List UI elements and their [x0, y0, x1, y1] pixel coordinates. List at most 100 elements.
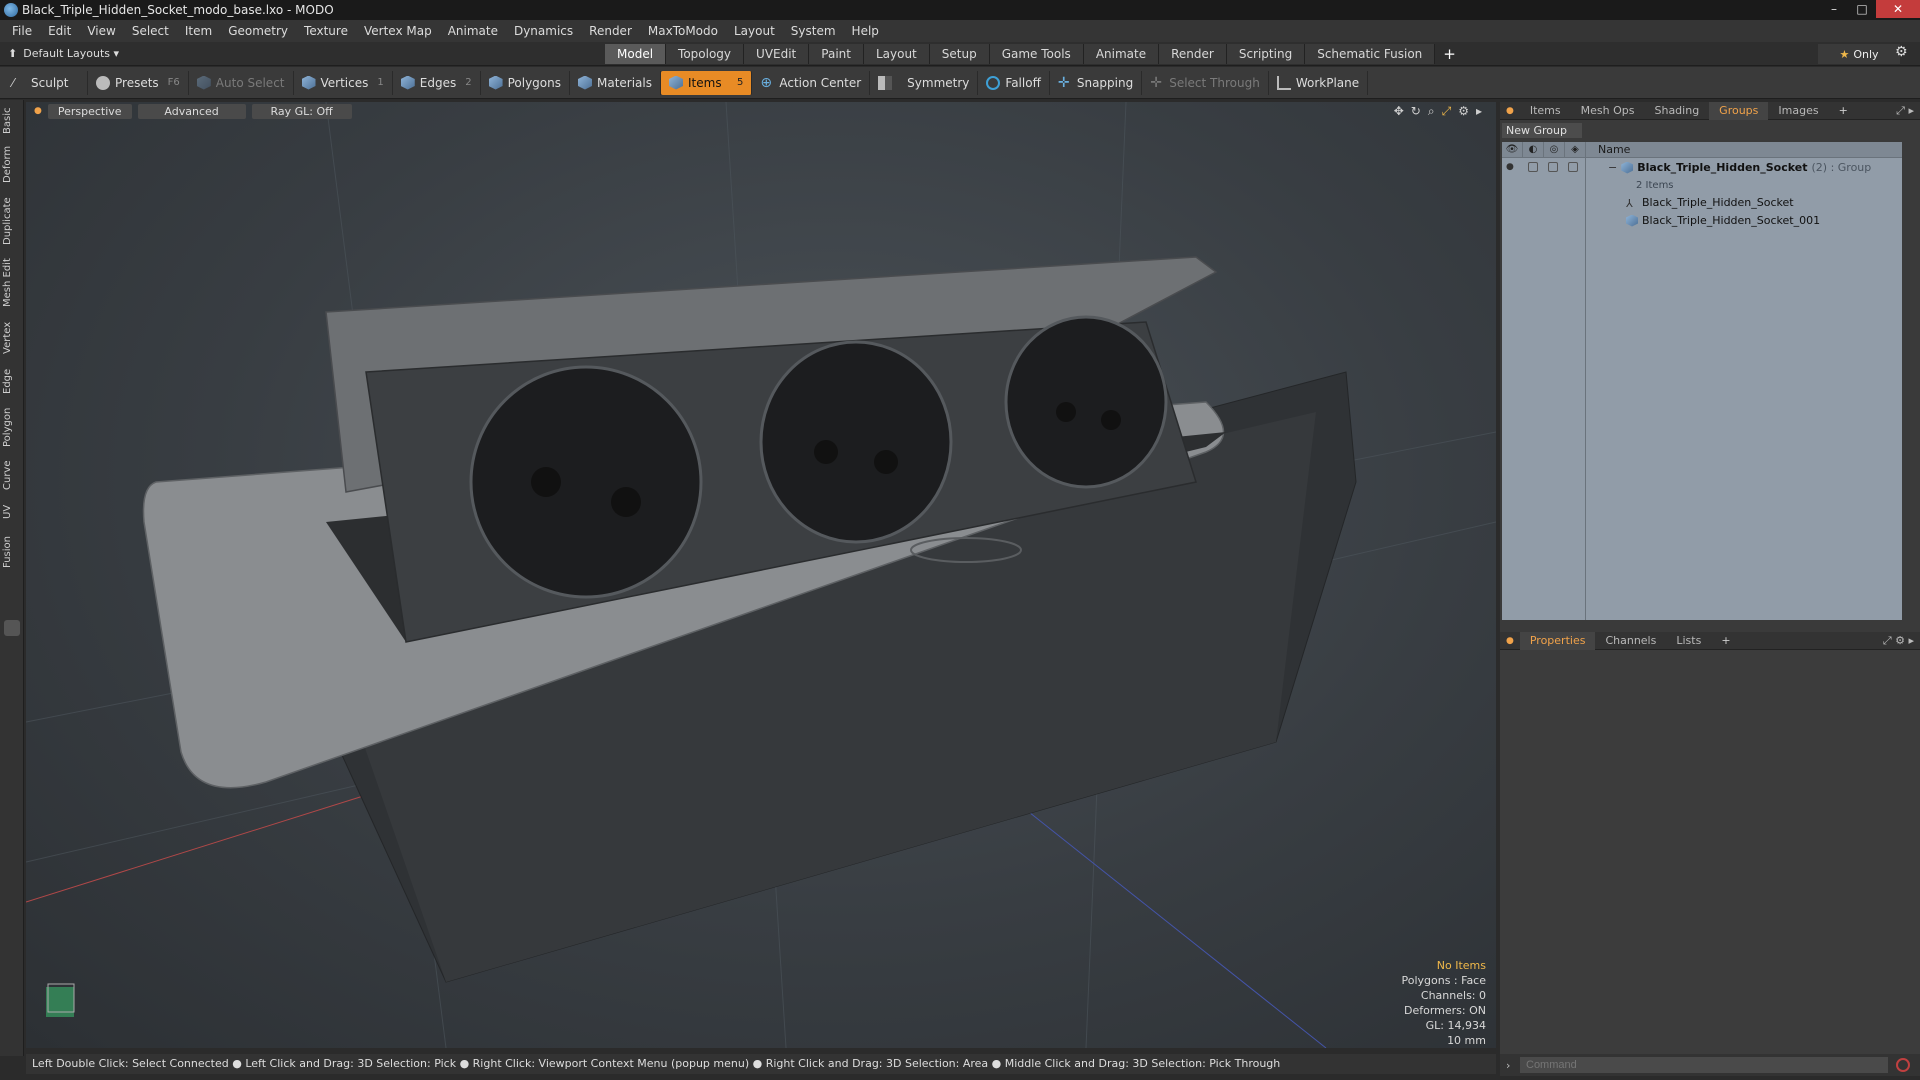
select-col-icon[interactable]: ◈	[1565, 141, 1586, 158]
gear-icon[interactable]: ⚙	[1895, 44, 1908, 60]
group-select-toggle[interactable]	[1568, 162, 1578, 172]
viewport-expand-icon[interactable]: ▸	[1476, 104, 1482, 119]
menu-item[interactable]: Item	[177, 20, 220, 42]
menu-layout[interactable]: Layout	[726, 20, 783, 42]
tab-shading[interactable]: Shading	[1644, 102, 1709, 120]
sculpt-button[interactable]: ⁄ Sculpt	[4, 70, 88, 95]
visibility-col-icon[interactable]: 👁	[1502, 141, 1523, 158]
action-center-button[interactable]: ⊕ Action Center	[752, 70, 871, 95]
left-tab-basic[interactable]: Basic	[2, 106, 22, 136]
raygl-button[interactable]: Ray GL: Off	[251, 103, 352, 119]
lock-col-icon[interactable]: ◎	[1544, 141, 1565, 158]
menu-edit[interactable]: Edit	[40, 20, 79, 42]
group-visibility-eye-icon[interactable]: ●	[1506, 162, 1514, 172]
menu-view[interactable]: View	[79, 20, 123, 42]
3d-viewport[interactable]: ● Perspective Advanced Ray GL: Off ✥ ↻ ⌕…	[26, 102, 1496, 1048]
materials-button[interactable]: Materials	[570, 70, 661, 95]
add-panel-tab-button[interactable]: +	[1829, 102, 1858, 120]
zoom-icon[interactable]: ⌕	[1428, 104, 1435, 119]
vertices-button[interactable]: Vertices 1	[294, 70, 393, 95]
left-tab-deform[interactable]: Deform	[2, 144, 22, 184]
left-tab-mesh-edit[interactable]: Mesh Edit	[2, 256, 22, 310]
menu-select[interactable]: Select	[124, 20, 177, 42]
tab-lists[interactable]: Lists	[1666, 632, 1711, 650]
tab-setup[interactable]: Setup	[929, 44, 990, 64]
group-row[interactable]: − Black_Triple_Hidden_Socket (2) : Group	[1608, 159, 1871, 176]
rotate-icon[interactable]: ↻	[1411, 104, 1421, 119]
tab-channels[interactable]: Channels	[1595, 632, 1666, 650]
tab-mesh-ops[interactable]: Mesh Ops	[1571, 102, 1645, 120]
group-child-row[interactable]: Black_Triple_Hidden_Socket_001	[1626, 212, 1820, 229]
tab-uvedit[interactable]: UVEdit	[744, 44, 810, 64]
menu-texture[interactable]: Texture	[296, 20, 356, 42]
maximize-button[interactable]: □	[1848, 0, 1876, 18]
add-props-tab-button[interactable]: +	[1711, 632, 1740, 650]
menu-help[interactable]: Help	[844, 20, 887, 42]
command-input[interactable]	[1520, 1057, 1888, 1073]
viewport-settings-icon[interactable]: ⚙	[1458, 104, 1469, 119]
select-through-button[interactable]: ✛ Select Through	[1142, 70, 1269, 95]
tab-properties[interactable]: Properties	[1519, 631, 1596, 650]
tab-animate[interactable]: Animate	[1083, 44, 1160, 64]
view-type-button[interactable]: Perspective	[47, 103, 132, 119]
props-menu-dot[interactable]: ●	[1500, 636, 1520, 646]
collapse-icon[interactable]: −	[1608, 161, 1617, 174]
workplane-button[interactable]: WorkPlane	[1269, 70, 1369, 95]
viewport-menu-dot[interactable]: ●	[34, 106, 42, 116]
group-render-toggle[interactable]	[1528, 162, 1538, 172]
panel-expand-icon[interactable]: ⤢ ▸	[1896, 104, 1920, 118]
tab-render[interactable]: Render	[1159, 44, 1227, 64]
tab-images[interactable]: Images	[1768, 102, 1828, 120]
left-tab-polygon[interactable]: Polygon	[2, 404, 22, 450]
left-tab-vertex[interactable]: Vertex	[2, 318, 22, 358]
items-button[interactable]: Items 5	[661, 70, 753, 95]
tab-layout[interactable]: Layout	[863, 44, 930, 64]
shading-mode-button[interactable]: Advanced	[137, 103, 246, 119]
render-col-icon[interactable]: ◐	[1523, 141, 1544, 158]
tab-groups[interactable]: Groups	[1709, 101, 1769, 120]
props-expand-icon[interactable]: ⤢ ⚙ ▸	[1883, 634, 1920, 648]
edges-button[interactable]: Edges 2	[393, 70, 481, 95]
locator-icon: ⅄	[1626, 196, 1633, 210]
presets-button[interactable]: Presets F6	[88, 70, 189, 95]
menu-file[interactable]: File	[4, 20, 40, 42]
tab-scripting[interactable]: Scripting	[1226, 44, 1306, 64]
menu-animate[interactable]: Animate	[440, 20, 506, 42]
auto-select-button[interactable]: Auto Select	[189, 70, 294, 95]
menu-maxtomodo[interactable]: MaxToModo	[640, 20, 726, 42]
group-lock-toggle[interactable]	[1548, 162, 1558, 172]
menu-geometry[interactable]: Geometry	[220, 20, 296, 42]
polygons-button[interactable]: Polygons	[481, 70, 570, 95]
record-macro-icon[interactable]	[1896, 1058, 1910, 1072]
snapping-button[interactable]: ✛ Snapping	[1050, 70, 1143, 95]
menu-system[interactable]: System	[783, 20, 844, 42]
tab-game-tools[interactable]: Game Tools	[989, 44, 1084, 64]
only-button[interactable]: ★ Only	[1818, 44, 1900, 64]
falloff-button[interactable]: Falloff	[978, 70, 1050, 95]
pan-icon[interactable]: ✥	[1394, 104, 1404, 119]
left-strip-toggle[interactable]	[4, 620, 20, 636]
layout-selector[interactable]: ⬆ Default Layouts ▾	[8, 47, 119, 60]
group-child-row[interactable]: ⅄ Black_Triple_Hidden_Socket	[1626, 194, 1794, 211]
menu-render[interactable]: Render	[581, 20, 640, 42]
tab-paint[interactable]: Paint	[809, 44, 864, 64]
menu-dynamics[interactable]: Dynamics	[506, 20, 581, 42]
tab-schematic-fusion[interactable]: Schematic Fusion	[1305, 44, 1436, 64]
left-tab-edge[interactable]: Edge	[2, 364, 22, 398]
tab-topology[interactable]: Topology	[666, 44, 745, 64]
panel-menu-dot[interactable]: ●	[1500, 106, 1520, 116]
left-tab-curve[interactable]: Curve	[2, 456, 22, 494]
name-column-header[interactable]: Name	[1586, 143, 1630, 156]
left-tab-uv[interactable]: UV	[2, 500, 22, 524]
left-tab-fusion[interactable]: Fusion	[2, 532, 22, 572]
tab-items[interactable]: Items	[1520, 102, 1571, 120]
add-tab-button[interactable]: +	[1435, 44, 1464, 64]
fit-icon[interactable]: ⤢	[1442, 104, 1452, 119]
close-button[interactable]: ✕	[1876, 0, 1920, 18]
menu-vertex-map[interactable]: Vertex Map	[356, 20, 440, 42]
new-group-button[interactable]: New Group	[1502, 123, 1582, 138]
minimize-button[interactable]: –	[1820, 0, 1848, 18]
tab-model[interactable]: Model	[605, 44, 667, 64]
left-tab-duplicate[interactable]: Duplicate	[2, 194, 22, 248]
symmetry-button[interactable]: Symmetry	[870, 70, 979, 95]
